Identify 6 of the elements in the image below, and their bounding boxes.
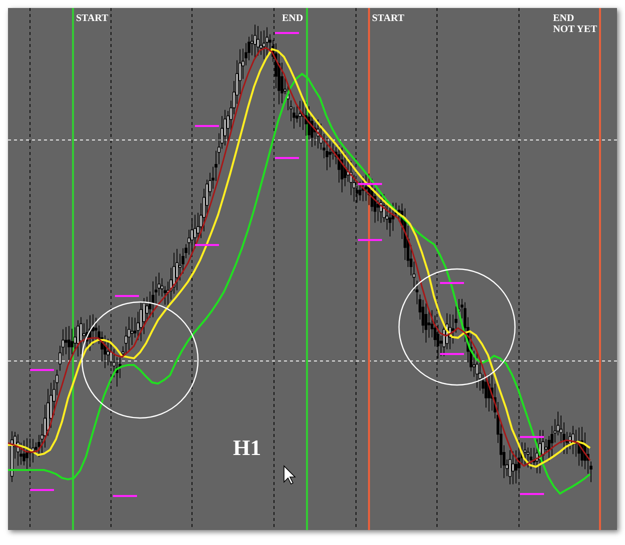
marker-label: END — [282, 13, 304, 24]
marker-label: START — [76, 13, 108, 24]
marker-label: END — [553, 13, 574, 24]
marker-label: NOT YET — [553, 24, 598, 35]
timeframe-label: H1 — [233, 435, 262, 460]
marker-label: START — [372, 13, 404, 24]
